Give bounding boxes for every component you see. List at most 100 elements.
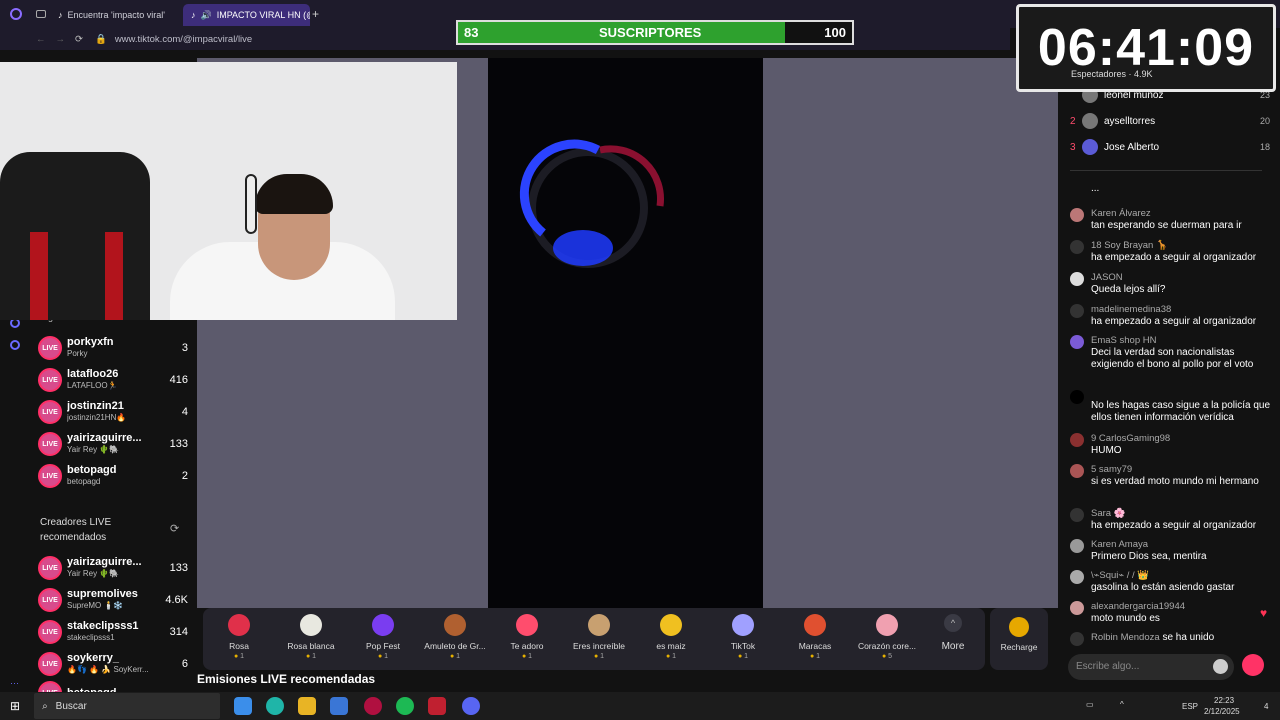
chat-message: ...: [1091, 183, 1100, 194]
avatar: [1070, 272, 1084, 286]
gift-item[interactable]: TikTok1: [707, 614, 779, 660]
reload-icon[interactable]: ⟳: [75, 34, 83, 45]
gift-item[interactable]: Rosa1: [203, 614, 275, 660]
gift-item[interactable]: Te adoro1: [491, 614, 563, 660]
url-field[interactable]: www.tiktok.com/@impacviral/live: [115, 34, 252, 45]
gift-item[interactable]: Eres increíble1: [563, 614, 635, 660]
chat-message: EmaS shop HN Deci la verdad son nacionali…: [1070, 335, 1270, 371]
sidebar-following-item[interactable]: LIVE porkyxfn Porky 3: [38, 333, 188, 363]
chair-graphic: [0, 152, 150, 320]
recommended-title: Creadores LIVE recomendados: [40, 517, 112, 543]
subscriber-current: 83: [464, 25, 479, 40]
heart-icon: ♥: [1260, 606, 1268, 620]
new-tab-button[interactable]: +: [312, 7, 319, 21]
spotify-icon[interactable]: [396, 697, 414, 715]
chat-panel: leonel muñoz 23 2 ayselltorres 20 3 Jose Alb…: [1062, 92, 1280, 692]
sidebar-recommended-item[interactable]: LIVE supremolives SupreMO 🕯️❄️ 4.6K: [38, 585, 188, 615]
chat-message: Karen Amaya Primero Dios sea, mentira: [1070, 539, 1270, 563]
sidebar-following-item[interactable]: LIVE jostinzin21 jostinzin21HN🔥 4: [38, 397, 188, 427]
more-gifts-button[interactable]: ^ More: [921, 614, 985, 652]
sidebar-recommended-item[interactable]: LIVE yairizaguirre... Yair Rey 🌵🐘 133: [38, 553, 188, 583]
avatar: [1070, 208, 1084, 222]
avatar: LIVE: [38, 652, 62, 676]
loading-ring-graphic: [519, 139, 664, 268]
search-placeholder: Buscar: [55, 700, 87, 712]
chat-message: 5 samy79 si es verdad moto mundo mi herma…: [1070, 464, 1270, 488]
language-indicator[interactable]: ESP: [1182, 702, 1198, 711]
chat-input[interactable]: Escribe algo...: [1068, 654, 1234, 680]
opera-icon[interactable]: [364, 697, 382, 715]
ranking-row[interactable]: 2 ayselltorres 20: [1070, 108, 1270, 134]
tab-search[interactable]: ♪ Encuentra 'impacto viral': [50, 4, 178, 26]
hamster-icon: [588, 614, 610, 636]
network-icon[interactable]: ▭: [1086, 700, 1094, 709]
pop-fest-icon: [372, 614, 394, 636]
viewer-count: 4.6K: [165, 594, 188, 606]
windows-start-icon[interactable]: ⊞: [10, 699, 20, 713]
settings-icon[interactable]: [10, 340, 20, 350]
viewer-count: 4: [181, 406, 188, 418]
copilot-icon[interactable]: [234, 697, 252, 715]
notification-badge[interactable]: 4: [1264, 702, 1268, 711]
avatar: [1082, 92, 1098, 103]
clock-date[interactable]: 2/12/2025: [1204, 707, 1240, 716]
gift-bar: Rosa1 Rosa blanca1 Pop Fest1 Amuleto de …: [203, 608, 985, 670]
amulet-icon: [444, 614, 466, 636]
ranking-row[interactable]: leonel muñoz 23: [1070, 92, 1270, 108]
file-explorer-icon[interactable]: [298, 697, 316, 715]
gift-item[interactable]: Maracas1: [779, 614, 851, 660]
stream-timer: 06:41:09 Espectadores · 4.9K: [1016, 4, 1276, 92]
sidebar-following-item[interactable]: LIVE yairizaguirre... Yair Rey 🌵🐘 133: [38, 429, 188, 459]
tab-label: Encuentra 'impacto viral': [67, 10, 165, 20]
chair-stripe-graphic: [30, 232, 48, 320]
edge-icon[interactable]: [266, 697, 284, 715]
chat-message: madelinemedina38 ha empezado a seguir al …: [1070, 304, 1270, 328]
back-icon[interactable]: ←: [36, 34, 46, 45]
chat-message: 9 CarlosGaming98 HUMO: [1070, 433, 1270, 457]
browser-logo-icon[interactable]: [10, 8, 22, 20]
chat-message: \⌁Squi⌁ / / 👑 gasolina lo están asiendo g…: [1070, 570, 1270, 594]
sidebar-recommended-item[interactable]: LIVE soykerry_ 🔥👣 🔥 🍌 SoyKerr... 6: [38, 649, 188, 679]
join-icon: [1070, 632, 1084, 646]
menu-icon[interactable]: ···: [10, 678, 19, 688]
avatar: [1082, 113, 1098, 129]
ranking-row[interactable]: 3 Jose Alberto 18: [1070, 134, 1270, 160]
sidebar-recommended-item[interactable]: LIVE stakeclipsss1 stakeclipsss1 314: [38, 617, 188, 647]
chat-message: 18 Soy Brayan 🦒 ha empezado a seguir al o…: [1070, 240, 1270, 264]
avatar: [1070, 539, 1084, 553]
gift-item[interactable]: Corazón core...5: [851, 614, 923, 660]
gift-item[interactable]: Rosa blanca1: [275, 614, 347, 660]
avatar: [1070, 433, 1084, 447]
viewer-count: 133: [169, 438, 188, 450]
tiktok-icon: [732, 614, 754, 636]
person-hair-graphic: [255, 174, 333, 214]
gift-send-button[interactable]: [1242, 654, 1264, 676]
webcam-overlay: [0, 62, 457, 320]
sidebar-recommended-item[interactable]: LIVEbetopagd: [38, 678, 188, 692]
corn-icon: [660, 614, 682, 636]
taskbar-search[interactable]: ⌕ Buscar: [34, 693, 221, 719]
chevron-up-icon[interactable]: ^: [1120, 700, 1124, 709]
viewer-count: 6: [181, 658, 188, 670]
discord-icon[interactable]: [462, 697, 480, 715]
app-icon[interactable]: [428, 697, 446, 715]
live-video[interactable]: [488, 58, 763, 608]
chevron-up-icon: ^: [944, 614, 962, 632]
ranking-divider: [1070, 170, 1262, 171]
emoji-icon[interactable]: [1213, 659, 1228, 674]
refresh-icon[interactable]: ⟳: [170, 522, 179, 535]
tab-live[interactable]: ♪ 🔊 IMPACTO VIRAL HN (@: [183, 4, 310, 26]
clock-time[interactable]: 22:23: [1214, 696, 1234, 705]
avatar: LIVE: [38, 464, 62, 488]
store-icon[interactable]: [330, 697, 348, 715]
tab-overview-icon[interactable]: [36, 10, 46, 18]
gift-item[interactable]: Amuleto de Gr...1: [419, 614, 491, 660]
recharge-button[interactable]: Recharge: [990, 608, 1048, 670]
sidebar-following-item[interactable]: LIVE latafloo26 LATAFLOO🏃 416: [38, 365, 188, 395]
forward-icon[interactable]: →: [56, 34, 66, 45]
gift-item[interactable]: es maiz1: [635, 614, 707, 660]
user-icon: [1070, 508, 1084, 522]
sidebar-following-item[interactable]: LIVE betopagd betopagd 2: [38, 461, 188, 491]
gift-item[interactable]: Pop Fest1: [347, 614, 419, 660]
avatar: LIVE: [38, 556, 62, 580]
